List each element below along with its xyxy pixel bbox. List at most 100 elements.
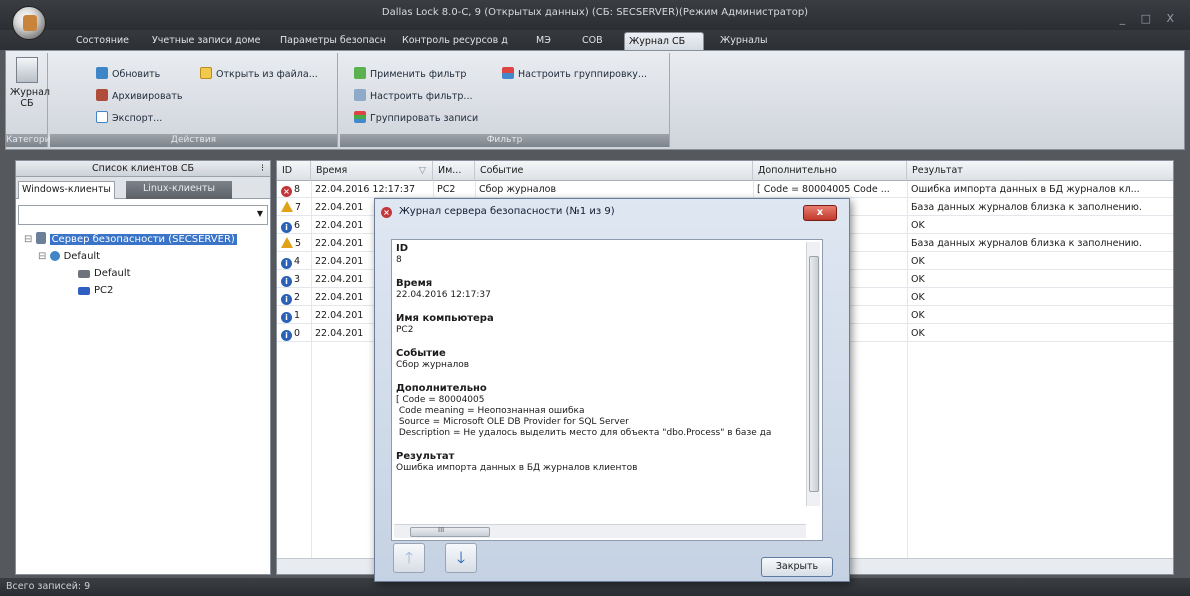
tab-ids[interactable]: СОВ (578, 32, 610, 50)
filter-icon: ▽ (418, 165, 426, 176)
column-result[interactable]: Результат (907, 161, 1173, 181)
apply-filter-label: Применить фильтр (370, 69, 467, 80)
client-tree: ⊟ Сервер безопасности (SECSERVER) ⊟ Defa… (24, 231, 237, 299)
tab-firewall[interactable]: МЭ (532, 32, 562, 50)
cell-text: PC2 (437, 184, 456, 195)
tab-resource-control[interactable]: Контроль ресурсов д (398, 32, 516, 50)
field-value-line: Description = Не удалось выделить место … (396, 428, 772, 438)
group-records-button[interactable]: Группировать записи (354, 111, 478, 127)
group-records-label: Группировать записи (370, 113, 479, 124)
cell-extra: [ Code = 80004005 Code ... (753, 181, 907, 198)
field-value: PC2 (396, 325, 414, 335)
archive-label: Архивировать (112, 91, 183, 102)
column-time[interactable]: Время ▽ (311, 161, 433, 181)
configure-filter-label: Настроить фильтр... (370, 91, 473, 102)
configure-filter-button[interactable]: Настроить фильтр... (354, 89, 472, 105)
tree-node-client[interactable]: PC2 (24, 282, 237, 299)
arrow-up-icon: 🡑 (404, 548, 414, 567)
cell-result: OK (907, 307, 1173, 324)
cell-text: 22.04.201 (315, 256, 364, 267)
pin-icon[interactable]: ⁝ (261, 161, 264, 177)
export-button[interactable]: Экспорт... (96, 111, 162, 127)
column-id[interactable]: ID (277, 161, 311, 181)
tree-node-server[interactable]: ⊟ Сервер безопасности (SECSERVER) (24, 231, 237, 248)
client-list-header: Список клиентов СБ ⁝ (16, 161, 270, 177)
cell-text: 4 (294, 256, 301, 267)
cell-text: [ Code = 80004005 Code ... (757, 184, 890, 195)
group-icon (354, 111, 366, 123)
scroll-thumb[interactable] (809, 256, 819, 492)
computer-icon (78, 287, 90, 295)
tab-logs[interactable]: Журналы (716, 32, 776, 50)
cell-id: i1 (277, 307, 311, 324)
client-list-title: Список клиентов СБ (92, 163, 194, 174)
record-details-content: ID 8 Время 22.04.2016 12:17:37 Имя компьютер… (394, 242, 806, 510)
open-from-file-button[interactable]: Открыть из файла... (200, 67, 318, 83)
cell-text: OK (911, 220, 925, 231)
chevron-down-icon: ▼ (256, 209, 263, 218)
archive-button[interactable]: Архивировать (96, 89, 183, 105)
cell-id: 5 (277, 235, 311, 252)
app-window: Dallas Lock 8.0-C, 9 (Открытых данных) (… (0, 0, 1190, 596)
app-menu-button[interactable] (12, 6, 46, 40)
tree-server-label: Сервер безопасности (SECSERVER) (49, 234, 237, 245)
log-record-dialog: × Журнал сервера безопасности (№1 из 9) … (374, 198, 850, 582)
tab-status[interactable]: Состояние (72, 32, 142, 50)
column-extra[interactable]: Дополнительно (753, 161, 907, 181)
title-bar: Dallas Lock 8.0-C, 9 (Открытых данных) (… (0, 0, 1190, 30)
refresh-button[interactable]: Обновить (96, 67, 160, 83)
previous-record-button[interactable]: 🡑 (393, 543, 425, 573)
configure-grouping-button[interactable]: Настроить группировку... (502, 67, 647, 83)
field-value: 22.04.2016 12:17:37 (396, 290, 491, 300)
details-vertical-scrollbar[interactable] (806, 242, 820, 506)
cell-text: 1 (294, 310, 301, 321)
window-title: Dallas Lock 8.0-C, 9 (Открытых данных) (… (381, 7, 809, 18)
window-controls[interactable]: _ □ X (1120, 6, 1180, 32)
archive-icon (96, 89, 108, 101)
tree-node-client[interactable]: Default (24, 265, 237, 282)
client-list-panel: Список клиентов СБ ⁝ Windows-клиенты Lin… (15, 160, 271, 575)
details-horizontal-scrollbar[interactable]: III (394, 524, 806, 538)
cell-text: 22.04.201 (315, 238, 364, 249)
collapse-icon: ⊟ (38, 251, 50, 262)
field-value: [ Code = 80004005 Code meaning = Неопозн… (396, 395, 806, 439)
tree-client-label: Default (94, 268, 131, 279)
field-value: Сбор журналов (396, 360, 470, 370)
cell-text: 6 (294, 220, 301, 231)
arrow-down-icon: 🡓 (456, 548, 466, 567)
cell-text: 22.04.201 (315, 202, 364, 213)
open-from-file-label: Открыть из файла... (216, 69, 318, 80)
refresh-label: Обновить (112, 69, 161, 80)
log-book-icon (16, 57, 38, 83)
apply-filter-button[interactable]: Применить фильтр (354, 67, 466, 83)
grouping-settings-icon (502, 67, 514, 79)
error-icon: × (281, 186, 292, 197)
info-icon: i (281, 258, 292, 269)
dialog-title: Журнал сервера безопасности (№1 из 9) (399, 206, 615, 217)
cell-result: База данных журналов близка к заполнению… (907, 235, 1173, 252)
info-icon: i (281, 312, 292, 323)
table-row[interactable]: × 8 22.04.2016 12:17:37 PC2 Сбор журналов [ C… (277, 181, 1173, 198)
client-filter-combo[interactable]: ▼ (18, 205, 268, 225)
error-icon: × (381, 207, 392, 218)
cell-text: 22.04.201 (315, 220, 364, 231)
configure-grouping-label: Настроить группировку... (518, 69, 647, 80)
scroll-thumb[interactable] (410, 527, 490, 537)
tree-node-group[interactable]: ⊟ Default (24, 248, 237, 265)
tab-security-params[interactable]: Параметры безопасн (276, 32, 394, 50)
next-record-button[interactable]: 🡓 (445, 543, 477, 573)
tab-accounts[interactable]: Учетные записи доме (148, 32, 274, 50)
tab-linux-clients[interactable]: Linux-клиенты (126, 181, 232, 199)
close-button[interactable]: Закрыть (761, 557, 833, 577)
column-event[interactable]: Событие (475, 161, 753, 181)
dialog-close-button[interactable]: x (803, 205, 837, 221)
collapse-icon: ⊟ (24, 234, 36, 245)
tab-security-log[interactable]: Журнал СБ (624, 32, 704, 50)
cell-text: OK (911, 310, 925, 321)
tree-group-label: Default (63, 251, 101, 262)
security-log-category-button[interactable]: Журнал СБ (10, 57, 50, 109)
cell-result: База данных журналов близка к заполнению… (907, 199, 1173, 216)
security-log-category-label: Журнал СБ (10, 87, 50, 109)
tab-windows-clients[interactable]: Windows-клиенты (18, 181, 115, 199)
column-name[interactable]: Им... (433, 161, 475, 181)
